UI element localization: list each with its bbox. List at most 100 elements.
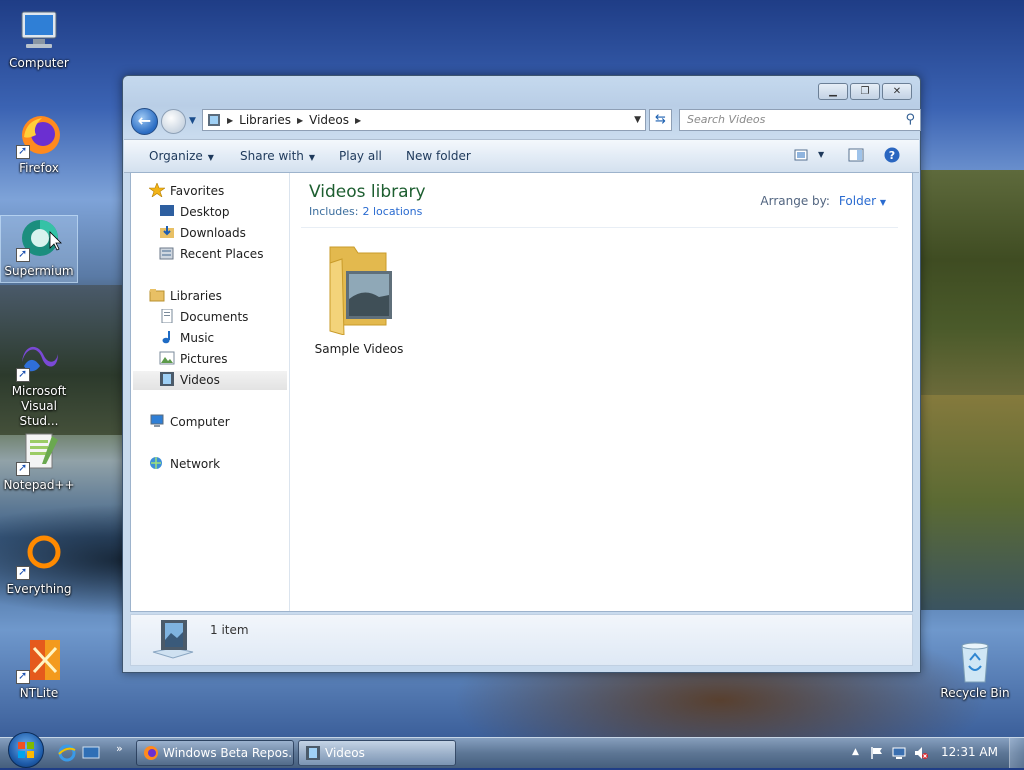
desktop-icon-visual-studio[interactable]: Microsoft Visual Stud... [1, 336, 77, 429]
show-hidden-icons-button[interactable]: ▲ [852, 747, 866, 761]
show-desktop-button[interactable] [1009, 738, 1024, 768]
desktop-icon-label: NTLite [19, 686, 59, 700]
refresh-button[interactable]: ⇆ [649, 109, 672, 131]
nav-music[interactable]: Music [159, 329, 214, 348]
desktop-icon-computer[interactable]: Computer [1, 8, 77, 71]
explorer-window[interactable]: ▁ ❐ ✕ ← ▼ ▶ Libraries ▶ Videos ▶ ▼ ⇆ Sea… [122, 75, 921, 673]
clock[interactable]: 12:31 AM [941, 745, 998, 759]
nav-computer[interactable]: Computer [149, 413, 230, 432]
action-center-flag-icon[interactable] [870, 746, 884, 760]
quicklaunch-ie[interactable] [58, 744, 76, 762]
shortcut-arrow-icon [16, 460, 30, 476]
nav-libraries[interactable]: Libraries [149, 287, 222, 306]
pictures-icon [159, 351, 175, 365]
preview-pane-button[interactable] [848, 147, 864, 163]
content-area: Favorites Desktop Downloads Recent Place… [130, 172, 913, 612]
firefox-icon [16, 113, 62, 159]
view-icon [794, 149, 808, 161]
system-tray: ▲ 12:31 AM [844, 738, 1024, 768]
nav-network[interactable]: Network [149, 455, 220, 474]
ntlite-icon [16, 638, 62, 684]
details-pane: 1 item [130, 614, 913, 666]
wallpaper-forest [920, 170, 1024, 395]
shortcut-arrow-icon [16, 668, 30, 684]
search-icon: ⚲ [905, 112, 915, 127]
folder-item-sample-videos[interactable]: Sample Videos [309, 239, 409, 356]
nav-videos[interactable]: Videos [133, 371, 287, 390]
network-status-icon[interactable] [892, 746, 906, 760]
play-all-button[interactable]: Play all [339, 149, 382, 163]
library-title: Videos library [309, 182, 426, 202]
search-input[interactable]: Search Videos ⚲ [679, 109, 921, 131]
desktop-icon-supermium[interactable]: Supermium [0, 215, 78, 283]
videos-icon [305, 745, 321, 761]
minimize-button[interactable]: ▁ [818, 83, 848, 100]
breadcrumb-separator[interactable]: ▶ [355, 116, 361, 125]
breadcrumb-libraries[interactable]: Libraries [239, 113, 291, 127]
desktop-icon-label: Notepad++ [3, 478, 75, 492]
desktop-icon-label: Supermium [4, 264, 74, 278]
includes-locations-link[interactable]: 2 locations [362, 205, 422, 218]
computer-icon [149, 414, 165, 428]
desktop-icon-recycle-bin[interactable]: Recycle Bin [937, 638, 1013, 701]
address-history-dropdown[interactable]: ▼ [634, 115, 641, 125]
desktop-icon [159, 204, 175, 218]
share-with-button[interactable]: Share with ▼ [240, 149, 315, 163]
svg-text:?: ? [889, 149, 895, 162]
breadcrumb-separator[interactable]: ▶ [227, 116, 233, 125]
refresh-icon: ⇆ [655, 112, 666, 127]
close-icon: ✕ [892, 86, 902, 97]
back-button[interactable]: ← [131, 108, 158, 135]
recent-pages-dropdown[interactable]: ▼ [189, 116, 196, 126]
shortcut-arrow-icon [16, 564, 30, 580]
desktop-icon-everything[interactable]: Everything [1, 534, 77, 597]
maximize-button[interactable]: ❐ [850, 83, 880, 100]
folder-icon [309, 239, 409, 338]
internet-explorer-icon [58, 744, 76, 762]
arrange-by-dropdown[interactable]: Folder ▼ [839, 194, 886, 208]
music-icon [159, 330, 175, 344]
help-button[interactable]: ? [884, 147, 900, 163]
close-button[interactable]: ✕ [882, 83, 912, 100]
desktop-icon-firefox[interactable]: Firefox [1, 113, 77, 176]
breadcrumb-separator[interactable]: ▶ [297, 116, 303, 125]
address-bar[interactable]: ▶ Libraries ▶ Videos ▶ ▼ [202, 109, 646, 131]
nav-favorites[interactable]: Favorites [148, 182, 224, 201]
desktop-icon-label: Firefox [19, 161, 59, 175]
desktop-icon-notepadpp[interactable]: Notepad++ [1, 430, 77, 493]
minimize-icon: ▁ [829, 86, 837, 97]
forward-button[interactable] [161, 109, 186, 134]
arrange-by-label: Arrange by: [760, 194, 830, 208]
breadcrumb-videos[interactable]: Videos [309, 113, 349, 127]
quicklaunch-show-desktop[interactable] [82, 744, 100, 762]
star-icon [148, 182, 166, 198]
back-arrow-icon: ← [137, 111, 152, 130]
recent-places-icon [159, 246, 175, 260]
organize-button[interactable]: Organize ▼ [149, 149, 214, 163]
nav-recent-places[interactable]: Recent Places [159, 245, 263, 264]
view-options-dropdown[interactable]: ▼ [818, 150, 824, 159]
change-view-button[interactable] [794, 147, 810, 163]
start-button[interactable] [8, 732, 44, 768]
volume-muted-icon[interactable] [914, 746, 928, 760]
command-bar: Organize ▼ Share with ▼ Play all New folde… [124, 139, 919, 173]
windows-logo-icon [18, 742, 34, 758]
documents-icon [159, 308, 175, 324]
navigation-pane: Favorites Desktop Downloads Recent Place… [131, 173, 290, 611]
computer-icon [16, 8, 62, 54]
shortcut-arrow-icon [16, 246, 30, 262]
nav-pictures[interactable]: Pictures [159, 350, 228, 369]
video-library-icon [207, 113, 221, 127]
shortcut-arrow-icon [16, 366, 30, 382]
desktop-icon-label: Everything [6, 582, 72, 596]
nav-documents[interactable]: Documents [159, 308, 248, 327]
desktop-icon-ntlite[interactable]: NTLite [1, 638, 77, 701]
new-folder-button[interactable]: New folder [406, 149, 471, 163]
task-firefox[interactable]: Windows Beta Repos... [136, 740, 294, 766]
task-videos[interactable]: Videos [298, 740, 456, 766]
address-row: ← ▼ ▶ Libraries ▶ Videos ▶ ▼ ⇆ Search Vi… [131, 108, 921, 135]
nav-desktop[interactable]: Desktop [159, 203, 230, 222]
nav-downloads[interactable]: Downloads [159, 224, 246, 243]
caption-buttons: ▁ ❐ ✕ [818, 83, 912, 100]
quicklaunch-overflow[interactable]: » [116, 742, 123, 755]
